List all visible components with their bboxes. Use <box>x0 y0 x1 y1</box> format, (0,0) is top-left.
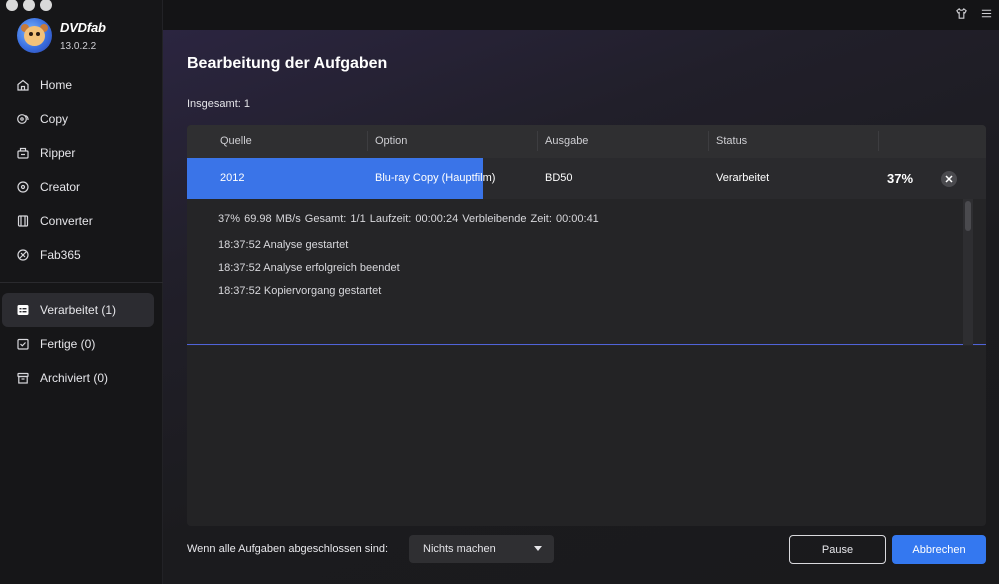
column-divider <box>878 131 879 151</box>
close-icon <box>945 175 953 183</box>
sidebar-item-converter[interactable]: Converter <box>0 204 163 238</box>
log-line: 18:37:52 Kopiervorgang gestartet <box>218 285 382 297</box>
task-list-empty-area <box>187 346 986 526</box>
sidebar-item-home[interactable]: Home <box>0 68 163 102</box>
ripper-icon <box>16 146 30 160</box>
chevron-down-icon <box>534 546 542 551</box>
sidebar-item-label: Copy <box>40 112 69 126</box>
when-done-value: Nichts machen <box>423 543 496 555</box>
log-line: 18:37:52 Analyse gestartet <box>218 239 349 251</box>
table-row[interactable]: 2012 Blu-ray Copy (Hauptfilm) BD50 Verar… <box>187 158 986 199</box>
sidebar-divider <box>0 282 163 283</box>
finished-icon <box>16 337 30 351</box>
sidebar-item-label: Creator <box>40 180 81 194</box>
sidebar: DVDfab 13.0.2.2 Home Copy Ripper Creator… <box>0 0 163 584</box>
remove-task-button[interactable] <box>941 171 957 187</box>
shirt-icon[interactable] <box>955 7 968 25</box>
converter-icon <box>16 214 30 228</box>
sidebar-item-label: Converter <box>40 214 93 228</box>
task-table: Quelle Option Ausgabe Status 2012 Blu-ra… <box>187 125 986 526</box>
log-status-line: 37% 69.98 MB/s Gesamt: 1/1 Laufzeit: 00:… <box>218 213 599 225</box>
task-log: 37% 69.98 MB/s Gesamt: 1/1 Laufzeit: 00:… <box>187 199 986 345</box>
when-done-select[interactable]: Nichts machen <box>409 535 554 563</box>
column-divider <box>708 131 709 151</box>
sidebar-item-label: Archiviert (0) <box>40 371 109 385</box>
fab365-icon <box>16 248 30 262</box>
title-bar <box>163 0 999 30</box>
task-output: BD50 <box>545 172 573 184</box>
task-total: Insgesamt: 1 <box>187 98 250 110</box>
copy-icon <box>16 112 30 126</box>
task-status: Verarbeitet <box>716 172 770 184</box>
log-line: 18:37:52 Analyse erfolgreich beendet <box>218 262 400 274</box>
sidebar-item-fab365[interactable]: Fab365 <box>0 238 163 272</box>
brand: DVDfab 13.0.2.2 <box>17 18 106 53</box>
sidebar-item-ripper[interactable]: Ripper <box>0 136 163 170</box>
sidebar-nav: Home Copy Ripper Creator Converter Fab36… <box>0 68 163 395</box>
task-percent: 37% <box>887 171 914 186</box>
column-divider <box>537 131 538 151</box>
sidebar-item-label: Home <box>40 78 73 92</box>
task-option: Blu-ray Copy (Hauptfilm) <box>375 172 496 184</box>
home-icon <box>16 78 30 92</box>
task-source: 2012 <box>220 172 245 184</box>
column-header-source: Quelle <box>220 135 252 147</box>
column-header-option: Option <box>375 135 408 147</box>
column-divider <box>367 131 368 151</box>
sidebar-item-copy[interactable]: Copy <box>0 102 163 136</box>
app-version: 13.0.2.2 <box>60 40 97 52</box>
sidebar-item-finished[interactable]: Fertige (0) <box>0 327 163 361</box>
sidebar-item-label: Ripper <box>40 146 76 160</box>
sidebar-item-creator[interactable]: Creator <box>0 170 163 204</box>
sidebar-item-processing[interactable]: Verarbeitet (1) <box>2 293 154 327</box>
close-window-dot[interactable] <box>6 0 18 11</box>
sidebar-item-label: Verarbeitet (1) <box>40 303 117 317</box>
menu-icon[interactable] <box>980 7 993 25</box>
sidebar-item-archive[interactable]: Archiviert (0) <box>0 361 163 395</box>
log-scrollbar-thumb[interactable] <box>965 201 971 231</box>
minimize-window-dot[interactable] <box>23 0 35 11</box>
column-header-output: Ausgabe <box>545 135 589 147</box>
pause-button[interactable]: Pause <box>789 535 886 564</box>
sidebar-item-label: Fab365 <box>40 248 81 262</box>
window-controls <box>6 0 52 11</box>
column-header-status: Status <box>716 135 748 147</box>
page-title: Bearbeitung der Aufgaben <box>187 55 388 72</box>
when-done-label: Wenn alle Aufgaben abgeschlossen sind: <box>187 543 388 555</box>
sidebar-item-label: Fertige (0) <box>40 337 96 351</box>
table-header: Quelle Option Ausgabe Status <box>187 125 986 158</box>
creator-icon <box>16 180 30 194</box>
dvdfab-logo-icon <box>17 18 52 53</box>
archive-icon <box>16 371 30 385</box>
cancel-button[interactable]: Abbrechen <box>892 535 986 564</box>
zoom-window-dot[interactable] <box>40 0 52 11</box>
main-content: Bearbeitung der Aufgaben Insgesamt: 1 Qu… <box>163 30 999 584</box>
processing-icon <box>16 303 30 317</box>
app-name: DVDfab <box>60 19 106 35</box>
